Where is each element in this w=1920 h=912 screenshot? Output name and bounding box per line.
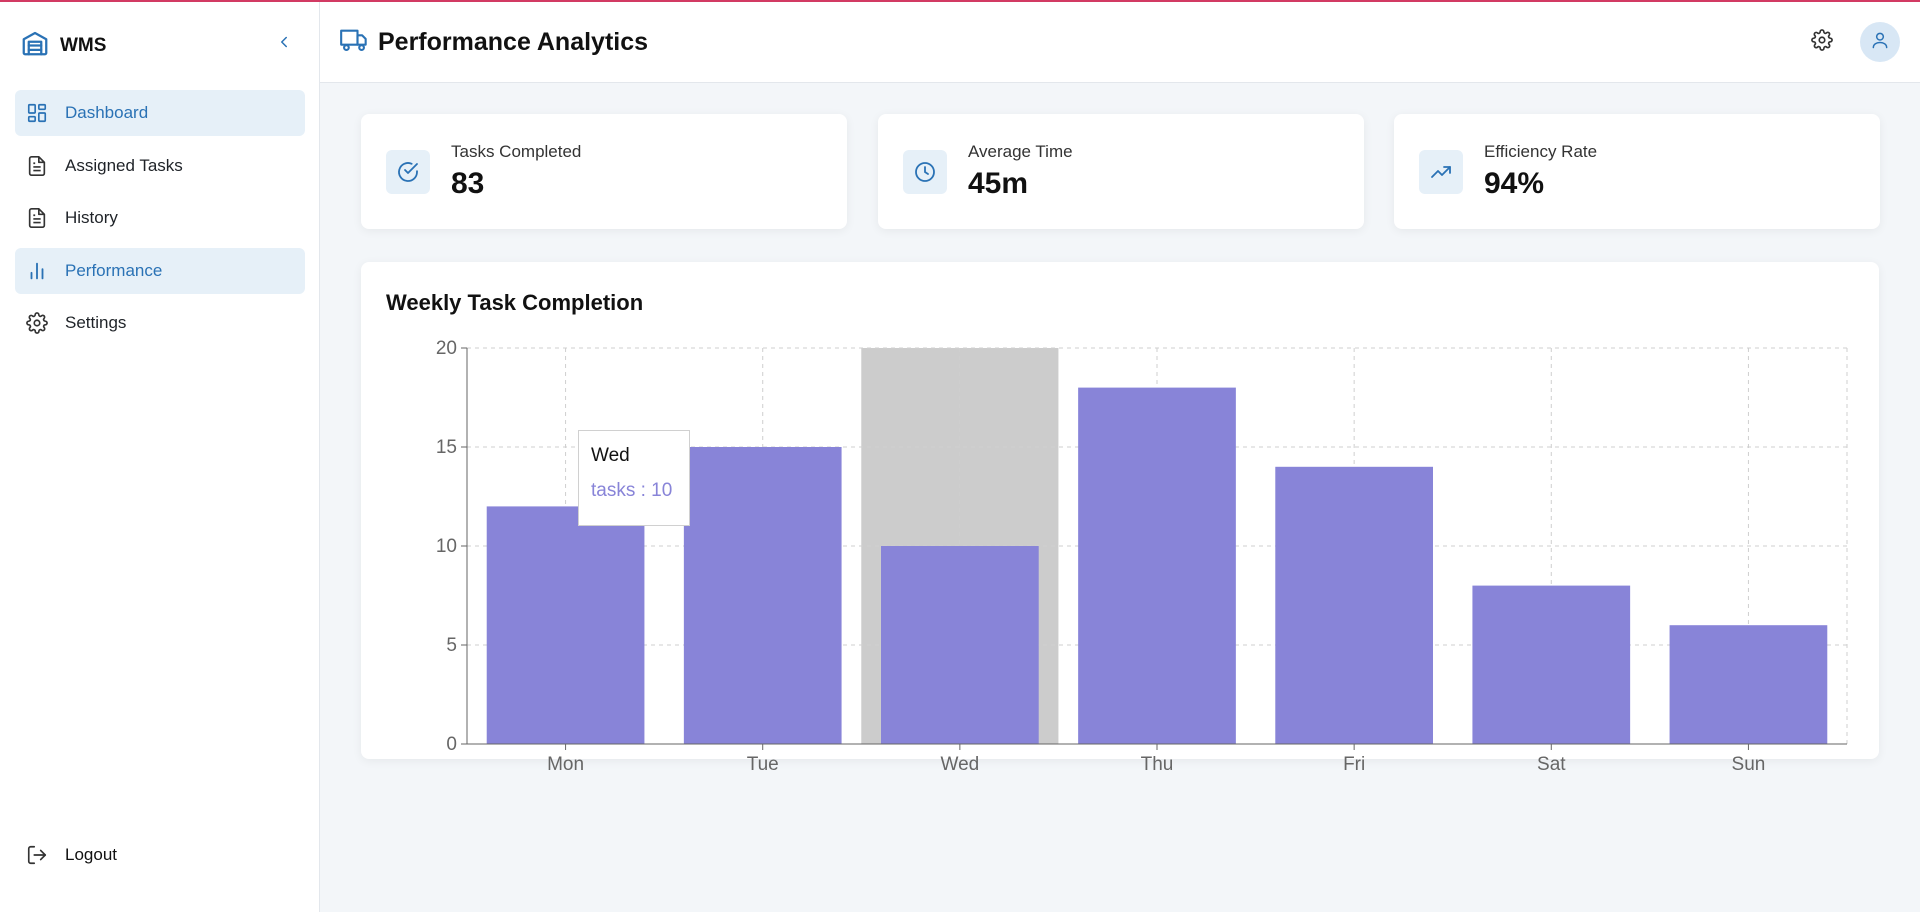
chart-bar-mon — [486, 506, 645, 744]
document-icon — [25, 206, 49, 230]
user-icon — [1870, 30, 1890, 55]
sidebar-item-label: Settings — [65, 313, 127, 332]
chart-y-tick-label: 5 — [446, 635, 457, 656]
chart-tooltip: Wed tasks : 10 — [578, 430, 690, 526]
check-circle-icon — [386, 150, 430, 194]
chart-x-tick-label: Mon — [547, 754, 584, 775]
bar-chart-icon — [25, 259, 49, 283]
sidebar-item-dashboard[interactable]: Dashboard — [15, 90, 305, 136]
chart-x-tick-label: Fri — [1343, 754, 1365, 775]
sidebar: WMS Dashboard Assigned Tasks History Per… — [0, 2, 320, 912]
brand: WMS — [20, 28, 106, 63]
sidebar-item-assigned-tasks[interactable]: Assigned Tasks — [15, 143, 305, 189]
trending-up-icon — [1419, 150, 1463, 194]
gear-icon — [25, 311, 49, 335]
sidebar-item-label: Dashboard — [65, 103, 149, 122]
clock-icon — [903, 150, 947, 194]
logout-icon — [25, 843, 49, 867]
dashboard-grid-icon — [25, 101, 49, 125]
sidebar-item-label: History — [65, 208, 118, 227]
chart-x-tick-label: Sat — [1537, 754, 1566, 775]
stat-value: 94% — [1484, 167, 1545, 200]
sidebar-item-label: Performance — [65, 260, 163, 280]
chart-x-tick-label: Tue — [747, 754, 779, 775]
chart-bar-thu — [1078, 387, 1236, 744]
chart-x-tick-label: Wed — [940, 754, 979, 775]
tooltip-title: Wed — [591, 445, 630, 466]
sidebar-nav: Dashboard Assigned Tasks History Perform… — [15, 90, 305, 353]
avatar[interactable] — [1860, 22, 1900, 62]
logout-button[interactable]: Logout — [15, 832, 305, 878]
sidebar-item-label: Assigned Tasks — [65, 155, 183, 175]
chart-bar-wed — [881, 546, 1039, 744]
chart-y-tick-label: 10 — [436, 536, 457, 557]
chart-bar-tue — [683, 447, 842, 744]
chart-y-tick-label: 15 — [436, 437, 457, 458]
stat-label: Tasks Completed — [451, 142, 582, 161]
logout-label: Logout — [65, 845, 117, 864]
settings-button[interactable] — [1810, 28, 1834, 56]
stat-card-tasks-completed: Tasks Completed 83 — [361, 114, 847, 229]
sidebar-item-history[interactable]: History — [15, 195, 305, 241]
chevron-left-icon — [275, 33, 293, 56]
stat-value: 83 — [451, 167, 485, 200]
warehouse-icon — [20, 28, 50, 63]
chart-y-tick-label: 0 — [446, 734, 457, 755]
tooltip-value: tasks : 10 — [591, 480, 673, 501]
page-title: Performance Analytics — [378, 28, 649, 56]
chart-x-tick-label: Thu — [1141, 754, 1174, 775]
chart-x-tick-label: Sun — [1732, 754, 1766, 775]
collapse-sidebar-button[interactable] — [272, 32, 296, 56]
stat-label: Efficiency Rate — [1484, 142, 1598, 161]
gear-icon — [1811, 28, 1833, 56]
document-icon — [25, 154, 49, 178]
page-title-wrap: Performance Analytics — [340, 26, 648, 59]
stat-card-efficiency-rate: Efficiency Rate 94% — [1394, 114, 1880, 229]
chart-bar-sun — [1669, 625, 1828, 744]
truck-icon — [340, 26, 368, 59]
sidebar-item-performance[interactable]: Performance — [15, 247, 305, 294]
stat-value: 45m — [968, 167, 1029, 200]
brand-name: WMS — [60, 34, 107, 56]
top-header: Performance Analytics — [320, 2, 1920, 83]
weekly-task-chart: 0 5 10 15 20 Mon Tue Wed Thu Fri Sat Sun — [436, 338, 1848, 775]
stat-card-average-time: Average Time 45m — [878, 114, 1364, 229]
stat-label: Average Time — [968, 142, 1073, 161]
chart-bar-fri — [1275, 466, 1433, 744]
sidebar-item-settings[interactable]: Settings — [15, 300, 305, 346]
chart-y-tick-label: 20 — [436, 338, 457, 359]
chart-bar-sat — [1472, 585, 1631, 744]
